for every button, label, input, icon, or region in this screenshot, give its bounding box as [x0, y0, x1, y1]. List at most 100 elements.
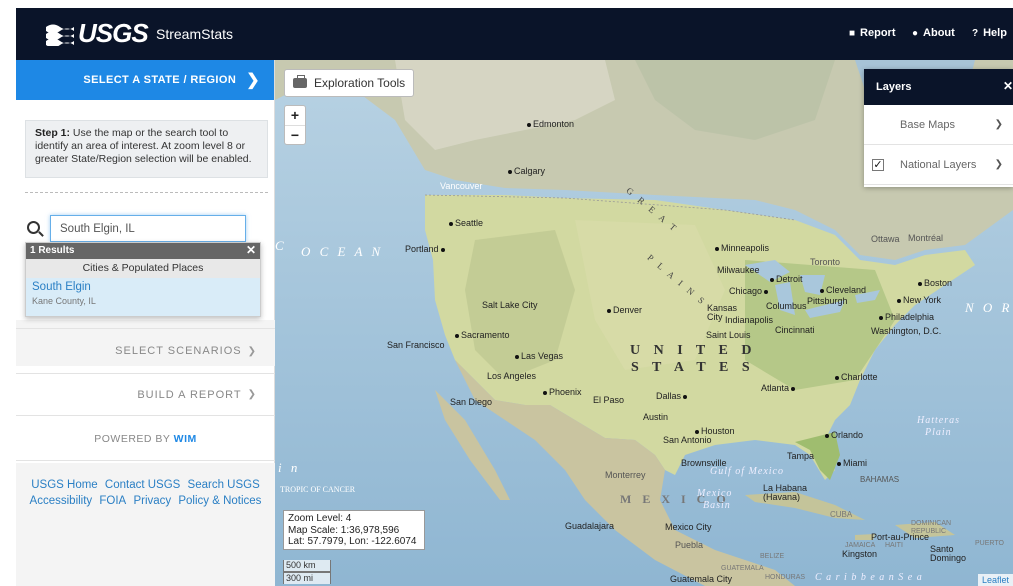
leaflet-attribution[interactable]: Leaflet: [977, 574, 1013, 586]
report-label: Report: [860, 27, 896, 39]
footer-links: USGS Home Contact USGS Search USGS Acces…: [16, 463, 275, 586]
map-label-atlanta: Atlanta: [761, 383, 797, 393]
about-label: About: [923, 27, 955, 39]
map-label-bahamas: BAHAMAS: [860, 475, 900, 484]
map-label-hatteras: Hatteras: [917, 415, 960, 426]
step-instructions: Step 1: Use the map or the search tool t…: [25, 120, 268, 178]
map-label-dallas: Dallas: [656, 391, 689, 401]
map-label-monterrey: Monterrey: [605, 470, 646, 480]
map-label-jamaica: JAMAICA: [845, 542, 876, 549]
chevron-down-icon: ❯: [994, 159, 1003, 170]
bookmark-icon: ■: [849, 27, 856, 39]
divider: [25, 192, 268, 193]
map-label-mexicocity: Mexico City: [665, 522, 712, 532]
info-icon: ●: [912, 27, 919, 39]
wim-link[interactable]: WIM: [174, 433, 197, 445]
footer-link-foia[interactable]: FOIA: [99, 495, 126, 507]
map-label-pittsburgh: Pittsburgh: [807, 296, 848, 306]
search-input[interactable]: [50, 215, 246, 242]
map-label-tropic: TROPIC OF CANCER: [280, 485, 356, 494]
map-label-c-edge: C: [275, 238, 287, 253]
map-label-states: S T A T E S: [631, 360, 755, 375]
map-label-sanfrancisco: San Francisco: [387, 340, 445, 350]
scale-mi: 300 mi: [283, 572, 331, 584]
usgs-logo[interactable]: USGS: [46, 18, 149, 49]
map-label-charlotte: Charlotte: [835, 372, 878, 382]
help-label: Help: [983, 27, 1007, 39]
map-label-sacramento: Sacramento: [455, 330, 510, 340]
map-label-cleveland: Cleveland: [820, 285, 866, 295]
map-label-ocean: O C E A N: [301, 244, 384, 259]
map-label-phoenix: Phoenix: [543, 387, 582, 397]
map-label-lahabana: La Habana (Havana): [763, 483, 808, 502]
map-label-belize: BELIZE: [760, 553, 785, 560]
powered-by-label: POWERED BY: [94, 433, 171, 445]
map-label-mexico-basin-2: Basin: [703, 500, 731, 511]
about-link[interactable]: ● About: [912, 27, 955, 39]
map-label-denver: Denver: [607, 305, 642, 315]
map-label-gulf: Gulf of Mexico: [710, 466, 784, 477]
chevron-down-icon: ❯: [247, 345, 257, 357]
map-label-honduras: HONDURAS: [765, 574, 806, 581]
results-count: 1 Results: [30, 245, 75, 256]
zoom-control: + −: [284, 105, 306, 145]
search-results-dropdown: 1 Results ✕ Cities & Populated Places So…: [25, 242, 261, 317]
search-icon: [27, 221, 40, 234]
map-label-sandiego: San Diego: [450, 397, 493, 407]
map-label-guatemala: GUATEMALA: [721, 565, 764, 572]
map-label-calgary: Calgary: [508, 166, 545, 176]
map-label-guadalajara: Guadalajara: [565, 521, 615, 531]
map-label-cuba: CUBA: [830, 510, 853, 519]
map-label-miami: Miami: [837, 458, 867, 468]
map-label-milwaukee: Milwaukee: [717, 265, 760, 275]
result-subtitle: Kane County, IL: [32, 296, 96, 306]
build-report-button[interactable]: BUILD A REPORT ❯: [16, 373, 275, 415]
base-maps-row[interactable]: Base Maps ❯: [864, 105, 1013, 145]
scale-bar: 500 km 300 mi: [283, 560, 331, 584]
select-state-button[interactable]: SELECT A STATE / REGION ❯: [16, 60, 274, 100]
map-label-saltlake: Salt Lake City: [482, 300, 538, 310]
map-label-seattle: Seattle: [449, 218, 483, 228]
app-header: USGS StreamStats ■ Report ● About ? Help: [16, 8, 1013, 60]
map-label-edmonton: Edmonton: [527, 119, 574, 129]
map-canvas[interactable]: Edmonton Calgary Vancouver Seattle Portl…: [275, 60, 1013, 586]
step-label: Step 1:: [35, 127, 71, 139]
map-label-in-edge: i n: [278, 460, 301, 475]
exploration-tools-button[interactable]: Exploration Tools: [284, 69, 415, 97]
close-icon[interactable]: ✕: [1003, 79, 1013, 93]
footer-link-search[interactable]: Search USGS: [188, 479, 260, 491]
zoom-out-button[interactable]: −: [285, 125, 305, 144]
footer-link-accessibility[interactable]: Accessibility: [30, 495, 93, 507]
select-scenarios-label: SELECT SCENARIOS: [115, 345, 242, 357]
footer-link-contact[interactable]: Contact USGS: [105, 479, 180, 491]
window-frame-left: [0, 0, 16, 586]
national-layers-row[interactable]: ✓ National Layers ❯: [864, 145, 1013, 185]
chevron-down-icon: ❯: [247, 389, 257, 400]
footer-link-usgs-home[interactable]: USGS Home: [31, 479, 97, 491]
base-maps-label: Base Maps: [900, 118, 956, 131]
layers-header: Layers ✕: [864, 69, 1013, 105]
scale-km: 500 km: [283, 560, 331, 572]
map-label-santodomingo: Santo Domingo: [930, 544, 967, 563]
powered-by: POWERED BY WIM: [16, 415, 275, 461]
map-label-saintlouis: Saint Louis: [706, 330, 751, 340]
footer-link-policy[interactable]: Policy & Notices: [178, 495, 261, 507]
report-link[interactable]: ■ Report: [849, 27, 896, 39]
result-item[interactable]: South Elgin Kane County, IL: [26, 278, 260, 316]
map-label-vancouver: Vancouver: [440, 181, 483, 191]
zoom-in-button[interactable]: +: [285, 106, 305, 125]
map-label-newyork: New York: [897, 295, 941, 305]
map-label-austin: Austin: [643, 412, 669, 422]
layers-panel: Layers ✕ Base Maps ❯ ✓ National Layers ❯: [864, 69, 1013, 187]
close-icon[interactable]: ✕: [246, 243, 256, 257]
map-label-chicago: Chicago: [729, 286, 770, 296]
help-link[interactable]: ? Help: [972, 27, 1007, 39]
checkbox-checked-icon[interactable]: ✓: [872, 158, 884, 171]
map-label-minneapolis: Minneapolis: [715, 243, 769, 253]
map-label-orlando: Orlando: [825, 430, 863, 440]
select-scenarios-button[interactable]: SELECT SCENARIOS ❯: [16, 328, 275, 373]
footer-link-privacy[interactable]: Privacy: [133, 495, 171, 507]
app-title: StreamStats: [156, 26, 234, 42]
map-label-portland: Portland: [405, 244, 447, 254]
sidebar: SELECT A STATE / REGION ❯ Step 1: Use th…: [16, 60, 275, 586]
